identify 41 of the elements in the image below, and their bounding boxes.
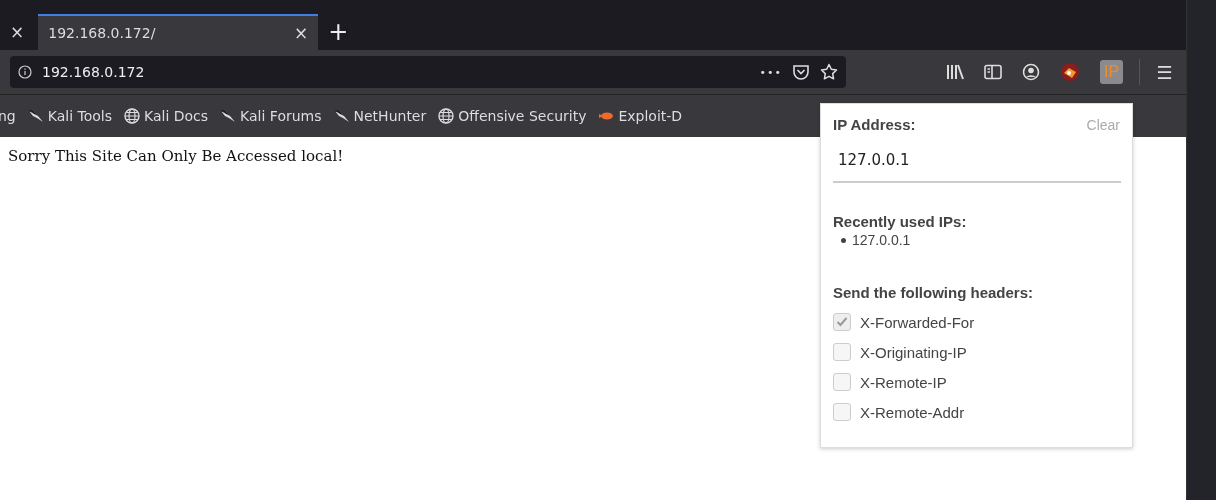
checkbox-label: X-Originating-IP — [860, 343, 967, 361]
new-tab-button[interactable]: + — [318, 14, 359, 50]
globe-icon — [438, 108, 455, 124]
dragon-icon — [220, 109, 237, 123]
checkbox-label: X-Forwarded-For — [860, 313, 975, 331]
browser-tab[interactable]: 192.168.0.172/ × — [38, 14, 319, 50]
globe-icon — [124, 108, 140, 124]
bookmark-item[interactable]: Kali Tools — [27, 108, 112, 124]
library-icon[interactable] — [946, 64, 964, 80]
bookmark-item[interactable]: NetHunter — [333, 108, 427, 124]
sidebar-icon[interactable] — [984, 64, 1002, 80]
bookmark-item[interactable]: Kali Forums — [220, 108, 322, 124]
page-message: Sorry This Site Can Only Be Accessed local! — [8, 147, 344, 165]
checkbox[interactable] — [833, 343, 851, 361]
dragon-icon — [27, 109, 44, 123]
checkbox[interactable] — [833, 313, 851, 331]
bookmark-item[interactable]: Exploit-D — [598, 108, 683, 124]
dragon-icon — [333, 109, 350, 123]
more-actions-button[interactable]: ••• — [759, 65, 782, 79]
close-tab-button[interactable]: × — [10, 22, 25, 42]
bookmark-item[interactable]: Offensive Security — [438, 108, 587, 124]
address-bar[interactable]: 192.168.0.172 ••• — [10, 56, 846, 88]
checkmark-icon — [835, 315, 849, 329]
account-icon[interactable] — [1022, 63, 1040, 81]
extension-icon[interactable] — [1060, 62, 1080, 82]
menu-button[interactable]: ☰ — [1156, 61, 1173, 83]
section-title: Recently used IPs: — [833, 213, 968, 230]
section-title: Send the following headers: — [833, 284, 1035, 301]
recent-ip-link[interactable]: 127.0.0.1 — [852, 232, 911, 248]
browser-tab[interactable]: × — [0, 14, 35, 50]
star-icon[interactable] — [820, 63, 838, 81]
ip-address-label: IP Address: — [833, 116, 916, 133]
checkbox[interactable] — [833, 373, 851, 391]
bookmark-item[interactable]: Kali Docs — [124, 108, 209, 124]
pocket-icon[interactable] — [792, 64, 810, 80]
close-tab-button[interactable]: × — [294, 23, 309, 43]
bookmark-item[interactable]: ng — [0, 108, 16, 124]
checkbox-label: X-Remote-IP — [860, 373, 947, 391]
checkbox-label: X-Remote-Addr — [860, 403, 965, 421]
info-icon[interactable] — [18, 65, 32, 79]
checkbox[interactable] — [833, 403, 851, 421]
